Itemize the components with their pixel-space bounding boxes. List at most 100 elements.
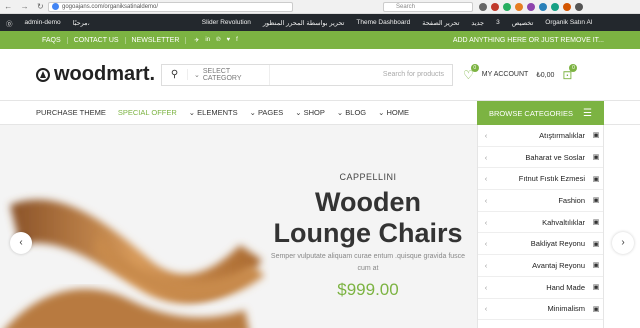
category-name: Minimalism [547,304,586,314]
book-icon: ▣ [592,240,600,248]
book-icon: ▣ [592,284,600,292]
extensions [479,2,583,11]
cart-count: 0 [569,63,578,72]
admin-bar-greeting: مرحبًا، [72,19,90,27]
address-bar[interactable]: gogoajans.com/organiksatinaldemo/ [48,1,293,12]
browse-categories-button[interactable]: BROWSE CATEGORIES ☰ [477,101,604,125]
chevron-left-icon: ‹ [484,130,488,140]
admin-bar-site-name[interactable]: Organik Satın Al [539,19,598,26]
category-name: Fashion [558,195,585,205]
category-name: Avantaj Reyonu [532,260,585,270]
hero-label: CAPPELLINI [339,172,397,182]
browser-search-input[interactable]: Search [383,1,473,12]
extension-icon[interactable] [515,2,523,11]
chevron-left-icon: ‹ [484,304,488,314]
main-menu: PURCHASE THEME SPECIAL OFFER ⌄ ELEMENTS … [36,108,409,117]
nav-shop[interactable]: ⌄ SHOP [295,108,325,117]
hero-title: Wooden Lounge Chairs [273,187,463,248]
facebook-icon[interactable]: f [236,37,238,44]
promo-topbar: FAQS CONTACT US NEWSLETTER ✈ in ℗ ♥ f AD… [0,31,640,49]
admin-bar-comments-count[interactable]: 3 [490,19,506,26]
admin-bar-edit-page[interactable]: تحرير الصفحة [416,19,465,27]
category-item[interactable]: ‹ Kahvaltılıklar ▣ [478,212,603,234]
browse-categories-label: BROWSE CATEGORIES [488,108,574,118]
nav-blog[interactable]: ⌄ BLOG [337,108,366,117]
category-item[interactable]: ‹ Minimalism ▣ [478,299,603,321]
chevron-right-icon: › [621,237,625,248]
search-input[interactable]: Search for products [270,71,452,78]
chevron-left-icon: ‹ [484,195,488,205]
snack-icon: ▣ [592,132,600,140]
admin-bar-customize[interactable]: تخصيص [506,19,540,27]
category-item[interactable]: ‹ Hand Made ▣ [478,277,603,299]
site-logo[interactable]: woodmart. [36,63,161,86]
admin-bar-new[interactable]: جديد [465,19,490,27]
nav-pages[interactable]: ⌄ PAGES [250,108,284,117]
search-category-select[interactable]: ⌄ SELECT CATEGORY [188,64,270,85]
admin-bar-edit-visual[interactable]: تحرير بواسطة المحرر المنظور [257,19,350,27]
book-icon: ▣ [592,305,600,313]
chevron-down-icon: ⌄ [194,71,200,79]
wishlist-count: 0 [470,63,479,72]
category-item[interactable]: ‹ Fashion ▣ [478,190,603,212]
pinterest-icon[interactable]: ℗ [216,37,220,44]
social-links: ✈ in ℗ ♥ f [194,37,237,44]
nav-shop-label: SHOP [303,108,325,117]
extension-icon[interactable] [491,2,499,11]
cart-total[interactable]: ₺0,00 [536,71,554,79]
book-icon: ▣ [592,197,600,205]
chevron-left-icon: ‹ [484,217,488,227]
nav-home[interactable]: ⌄ HOME [378,108,409,117]
search-category-label: SELECT CATEGORY [202,67,242,82]
category-name: Kahvaltılıklar [542,217,585,227]
nav-special-offer[interactable]: SPECIAL OFFER [118,108,177,117]
slider-next-button[interactable]: › [612,232,634,254]
slider-prev-button[interactable]: ‹ [10,232,32,254]
category-item[interactable]: ‹ Bakliyat Reyonu ▣ [478,233,603,256]
category-item[interactable]: ‹ Fıtnut Fıstık Ezmesi ▣ [478,168,603,191]
topbar-links: FAQS CONTACT US NEWSLETTER [36,31,187,49]
category-item[interactable]: ‹ Atıştırmalıklar ▣ [478,125,603,147]
extension-icon[interactable] [503,2,511,11]
linkedin-icon[interactable]: in [205,37,210,44]
logo-icon [36,67,50,82]
topbar-promo-text: ADD ANYTHING HERE OR JUST REMOVE IT... [452,36,604,44]
category-name: Hand Made [546,282,585,292]
chevron-left-icon: ‹ [19,237,23,248]
category-name: Bakliyat Reyonu [530,239,585,249]
download-icon[interactable] [479,2,487,11]
category-item[interactable]: ‹ Baharat ve Soslar ▣ [478,147,603,169]
admin-bar-user[interactable]: admin-demo [19,19,67,26]
twitter-icon[interactable]: ♥ [227,37,231,44]
url-text: gogoajans.com/organiksatinaldemo/ [62,3,159,10]
wishlist-icon[interactable]: ♡ 0 [463,63,479,82]
nav-elements[interactable]: ⌄ ELEMENTS [189,108,238,117]
nav-purchase-theme[interactable]: PURCHASE THEME [36,108,106,117]
chevron-left-icon: ‹ [484,174,488,184]
sauce-icon: ▣ [592,154,600,162]
topbar-link-newsletter[interactable]: NEWSLETTER [126,36,187,44]
logo-text: woodmart. [54,63,156,85]
topbar-link-faqs[interactable]: FAQS [36,36,68,44]
wp-admin-bar: ⓪ admin-demo مرحبًا، Slider Revolution ت… [0,14,640,31]
admin-wp-logo-icon[interactable]: ⓪ [0,18,19,28]
my-account-link[interactable]: MY ACCOUNT [482,71,529,78]
menu-icon[interactable] [575,2,583,11]
extension-icon[interactable] [551,2,559,11]
category-item[interactable]: ‹ Avantaj Reyonu ▣ [478,255,603,277]
site-header: woodmart. ⚲ ⌄ SELECT CATEGORY Search for… [0,49,640,101]
forward-icon[interactable]: → [21,2,29,11]
product-search: ⚲ ⌄ SELECT CATEGORY Search for products [161,63,453,86]
topbar-link-contact[interactable]: CONTACT US [68,36,126,44]
hero-price: $999.00 [337,280,399,299]
cart-icon[interactable]: ⊡ 0 [562,63,578,82]
reload-icon[interactable]: ↻ [37,2,44,11]
back-icon[interactable]: ← [4,2,12,11]
telegram-icon[interactable]: ✈ [194,37,199,44]
extension-icon[interactable] [539,2,547,11]
admin-bar-slider-revolution[interactable]: Slider Revolution [196,19,257,26]
search-icon[interactable]: ⚲ [162,69,188,80]
extension-icon[interactable] [527,2,535,11]
admin-bar-theme-dashboard[interactable]: Theme Dashboard [350,19,416,26]
extension-icon[interactable] [563,2,571,11]
